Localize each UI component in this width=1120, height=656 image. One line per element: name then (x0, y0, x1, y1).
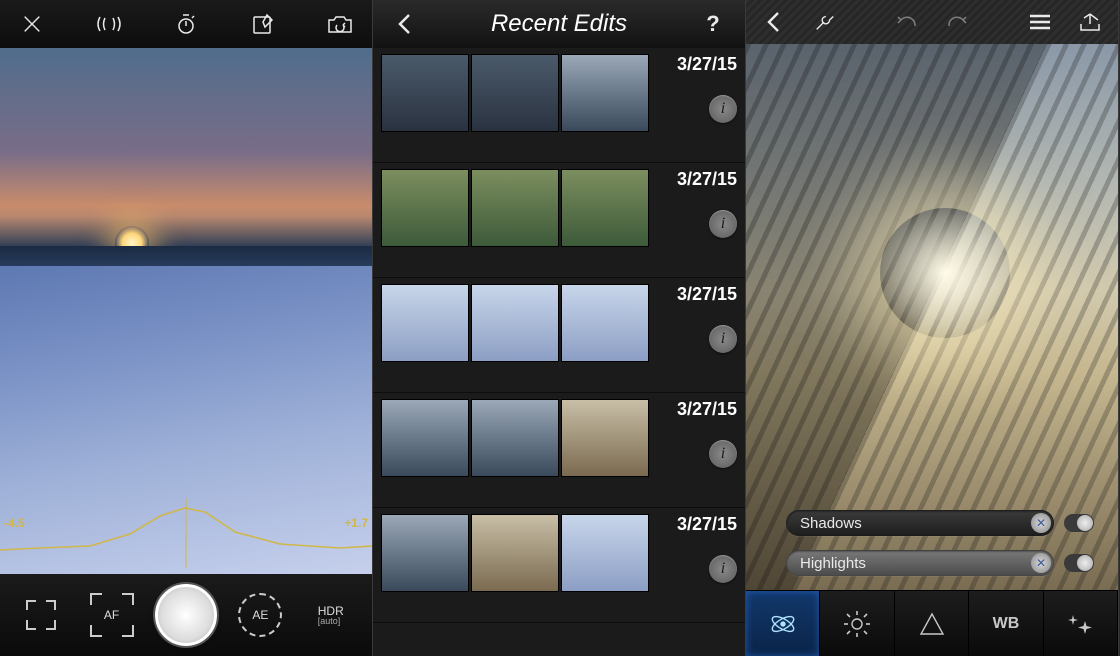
compose-icon[interactable] (241, 2, 285, 46)
info-button[interactable]: i (709, 95, 737, 123)
adjustments-button[interactable] (802, 0, 846, 44)
thumbnail[interactable] (381, 169, 469, 247)
thumbnail[interactable] (381, 54, 469, 132)
redo-icon (945, 12, 969, 32)
camera-topbar (0, 0, 372, 48)
highlights-slider[interactable]: Highlights ✕ (786, 550, 1054, 576)
autoexposure-button[interactable]: AE (233, 588, 287, 642)
sparkle-icon (1065, 611, 1095, 637)
thumbnail[interactable] (471, 169, 559, 247)
thumbnail[interactable] (471, 399, 559, 477)
hdr-sublabel: [auto] (318, 617, 344, 626)
thumbnail[interactable] (561, 54, 649, 132)
info-button[interactable]: i (709, 325, 737, 353)
thumbnail[interactable] (561, 399, 649, 477)
scene-beach (0, 266, 372, 574)
undo-icon (895, 12, 919, 32)
histogram-ev-right: +1.7 (344, 516, 368, 530)
scene-ocean (0, 246, 372, 268)
slider-reset-icon[interactable]: ✕ (1031, 513, 1051, 533)
highlights-toggle[interactable] (1064, 554, 1094, 572)
tool-tone[interactable] (746, 591, 820, 656)
thumbnail[interactable] (381, 514, 469, 592)
sun-icon (843, 610, 871, 638)
wrench-icon (813, 11, 835, 33)
edit-row[interactable]: 3/27/15 i (373, 163, 745, 278)
editor-topbar (746, 0, 1118, 44)
thumbnail[interactable] (561, 169, 649, 247)
thumbnail[interactable] (471, 514, 559, 592)
screen-title: Recent Edits (427, 10, 691, 38)
timer-icon[interactable] (164, 2, 208, 46)
exposure-bracket-icon[interactable] (87, 2, 131, 46)
share-icon (1078, 12, 1102, 32)
shutter-button[interactable] (155, 584, 217, 646)
adjustment-sliders: Shadows ✕ Highlights ✕ (786, 510, 1094, 576)
camera-viewfinder[interactable]: -4.5 +1.7 (0, 48, 372, 574)
hdr-mode-button[interactable]: HDR [auto] (304, 588, 358, 642)
back-button[interactable] (752, 0, 796, 44)
atom-icon (768, 609, 798, 639)
edit-date: 3/27/15 (677, 54, 737, 75)
wb-label: WB (993, 615, 1020, 633)
thumbnail[interactable] (471, 54, 559, 132)
camera-bottombar: AF AE HDR [auto] (0, 574, 372, 656)
highlights-slider-row: Highlights ✕ (786, 550, 1094, 576)
edit-row[interactable]: 3/27/15 i (373, 278, 745, 393)
thumbnail[interactable] (561, 284, 649, 362)
info-button[interactable]: i (709, 440, 737, 468)
edit-date: 3/27/15 (677, 284, 737, 305)
tool-effects[interactable] (1044, 591, 1118, 656)
thumbnail[interactable] (381, 284, 469, 362)
info-button[interactable]: i (709, 210, 737, 238)
menu-button[interactable] (1018, 0, 1062, 44)
autofocus-button[interactable]: AF (85, 588, 139, 642)
back-button[interactable] (383, 2, 427, 46)
edit-row[interactable]: 3/27/15 i (373, 48, 745, 163)
aspect-crop-icon (26, 600, 56, 630)
shadows-slider[interactable]: Shadows ✕ (786, 510, 1054, 536)
switch-camera-icon[interactable] (318, 2, 362, 46)
undo-button[interactable] (885, 0, 929, 44)
tool-brightness[interactable] (820, 591, 894, 656)
edit-row[interactable]: 3/27/15 i (373, 508, 745, 623)
edit-date: 3/27/15 (677, 514, 737, 535)
edit-date: 3/27/15 (677, 399, 737, 420)
recent-edits-list[interactable]: 3/27/15 i 3/27/15 i 3/27/15 i (373, 48, 745, 656)
info-button[interactable]: i (709, 555, 737, 583)
shadows-slider-row: Shadows ✕ (786, 510, 1094, 536)
help-button[interactable]: ? (691, 2, 735, 46)
triangle-icon (919, 611, 945, 637)
share-button[interactable] (1068, 0, 1112, 44)
redo-button[interactable] (935, 0, 979, 44)
ae-label: AE (252, 608, 268, 622)
histogram-ev-left: -4.5 (4, 516, 25, 530)
editor-canvas[interactable]: Shadows ✕ Highlights ✕ (746, 44, 1118, 590)
slider-reset-icon[interactable]: ✕ (1031, 553, 1051, 573)
thumbnail[interactable] (381, 399, 469, 477)
editor-toolbar: WB (746, 590, 1118, 656)
edit-date: 3/27/15 (677, 169, 737, 190)
highlights-label: Highlights (800, 555, 866, 572)
tool-sharpen[interactable] (895, 591, 969, 656)
af-label: AF (104, 608, 119, 622)
shadows-toggle[interactable] (1064, 514, 1094, 532)
menu-icon (1028, 13, 1052, 31)
pane-editor: Shadows ✕ Highlights ✕ WB (746, 0, 1119, 656)
edit-row[interactable]: 3/27/15 i (373, 393, 745, 508)
tool-white-balance[interactable]: WB (969, 591, 1043, 656)
help-icon: ? (706, 11, 719, 37)
aspect-crop-button[interactable] (14, 588, 68, 642)
thumbnail[interactable] (471, 284, 559, 362)
recent-edits-topbar: Recent Edits ? (373, 0, 745, 48)
pane-camera: -4.5 +1.7 AF AE HDR [auto] (0, 0, 373, 656)
shadows-label: Shadows (800, 515, 862, 532)
thumbnail[interactable] (561, 514, 649, 592)
close-icon[interactable] (10, 2, 54, 46)
pane-recent-edits: Recent Edits ? 3/27/15 i 3/27/15 (373, 0, 746, 656)
